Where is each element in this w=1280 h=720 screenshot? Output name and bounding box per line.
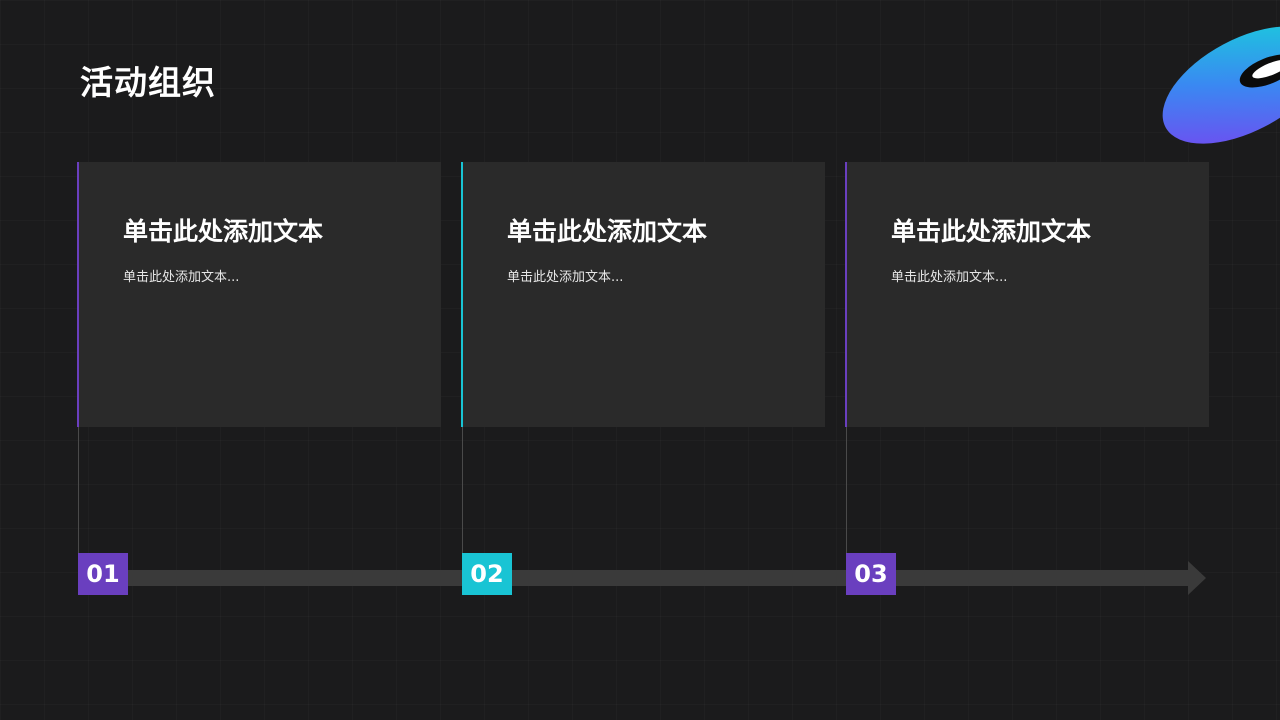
card-body-text[interactable]: 单击此处添加文本...	[891, 268, 1007, 288]
card-heading[interactable]: 单击此处添加文本	[123, 214, 323, 250]
card-body-text[interactable]: 单击此处添加文本...	[123, 268, 239, 288]
connector-line	[462, 427, 463, 553]
step-badge-1: 01	[78, 553, 128, 595]
gradient-blob-icon	[1162, 26, 1280, 144]
connector-line	[846, 427, 847, 553]
connector-line	[78, 427, 79, 553]
step-badge-3: 03	[846, 553, 896, 595]
timeline-arrow	[110, 561, 1206, 595]
step-badge-2: 02	[462, 553, 512, 595]
card-heading[interactable]: 单击此处添加文本	[891, 214, 1091, 250]
card-body-text[interactable]: 单击此处添加文本...	[507, 268, 623, 288]
content-card-3[interactable]: 单击此处添加文本 单击此处添加文本...	[845, 162, 1209, 427]
slide-title: 活动组织	[80, 63, 216, 102]
content-card-2[interactable]: 单击此处添加文本 单击此处添加文本...	[461, 162, 825, 427]
card-heading[interactable]: 单击此处添加文本	[507, 214, 707, 250]
content-card-1[interactable]: 单击此处添加文本 单击此处添加文本...	[77, 162, 441, 427]
